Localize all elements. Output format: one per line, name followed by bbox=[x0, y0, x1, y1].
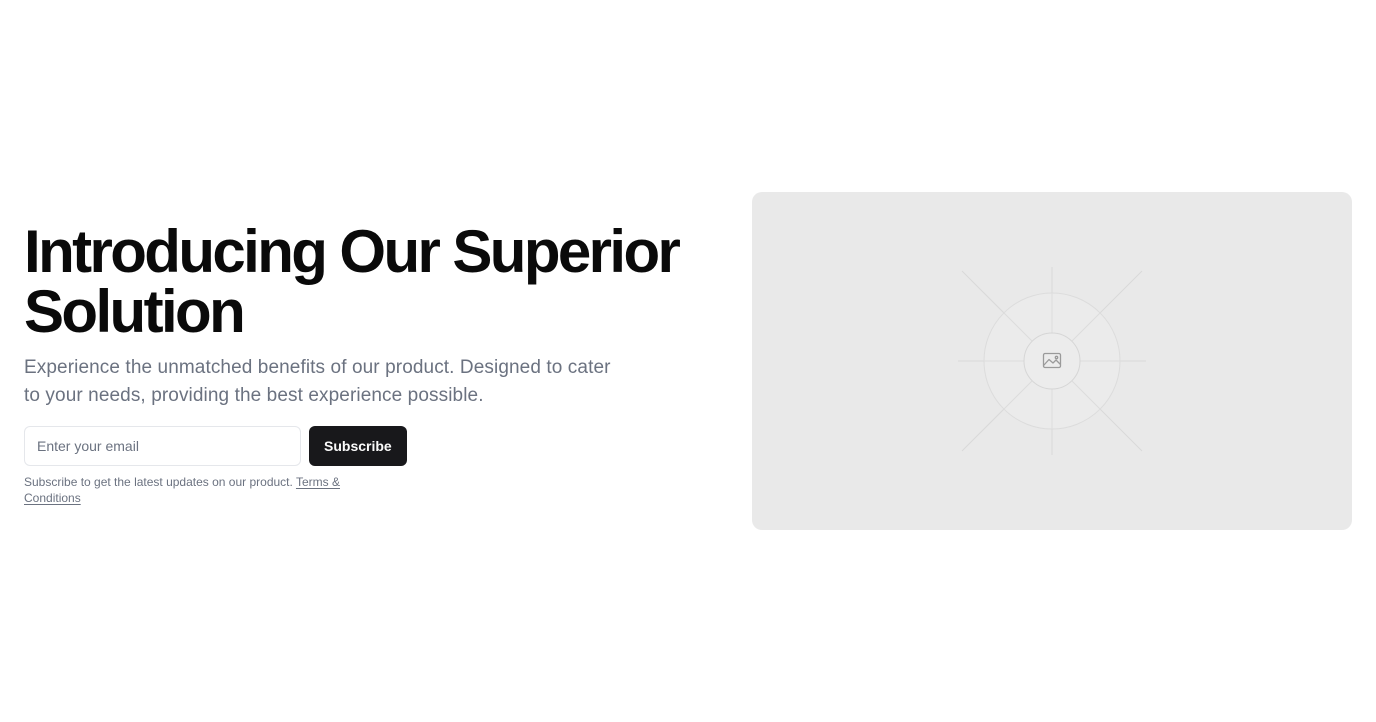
hero-subtitle: Experience the unmatched benefits of our… bbox=[24, 357, 611, 406]
subscribe-button[interactable]: Subscribe bbox=[309, 426, 407, 466]
hero-headline: Introducing Our Superior Solution bbox=[24, 222, 714, 342]
image-placeholder bbox=[752, 192, 1352, 530]
placeholder-graphic bbox=[958, 267, 1146, 455]
hero-section: Introducing Our Superior Solution Experi… bbox=[0, 0, 1376, 722]
headline-line-2: Solution bbox=[24, 278, 246, 345]
hero-content: Introducing Our Superior Solution Experi… bbox=[24, 222, 714, 506]
email-input[interactable] bbox=[24, 426, 301, 466]
subscribe-form: Subscribe bbox=[24, 426, 714, 466]
subscribe-fine-print: Subscribe to get the latest updates on o… bbox=[24, 474, 384, 506]
fine-print-text: Subscribe to get the latest updates on o… bbox=[24, 475, 296, 489]
headline-line-1: Introducing Our Superior bbox=[24, 218, 681, 285]
